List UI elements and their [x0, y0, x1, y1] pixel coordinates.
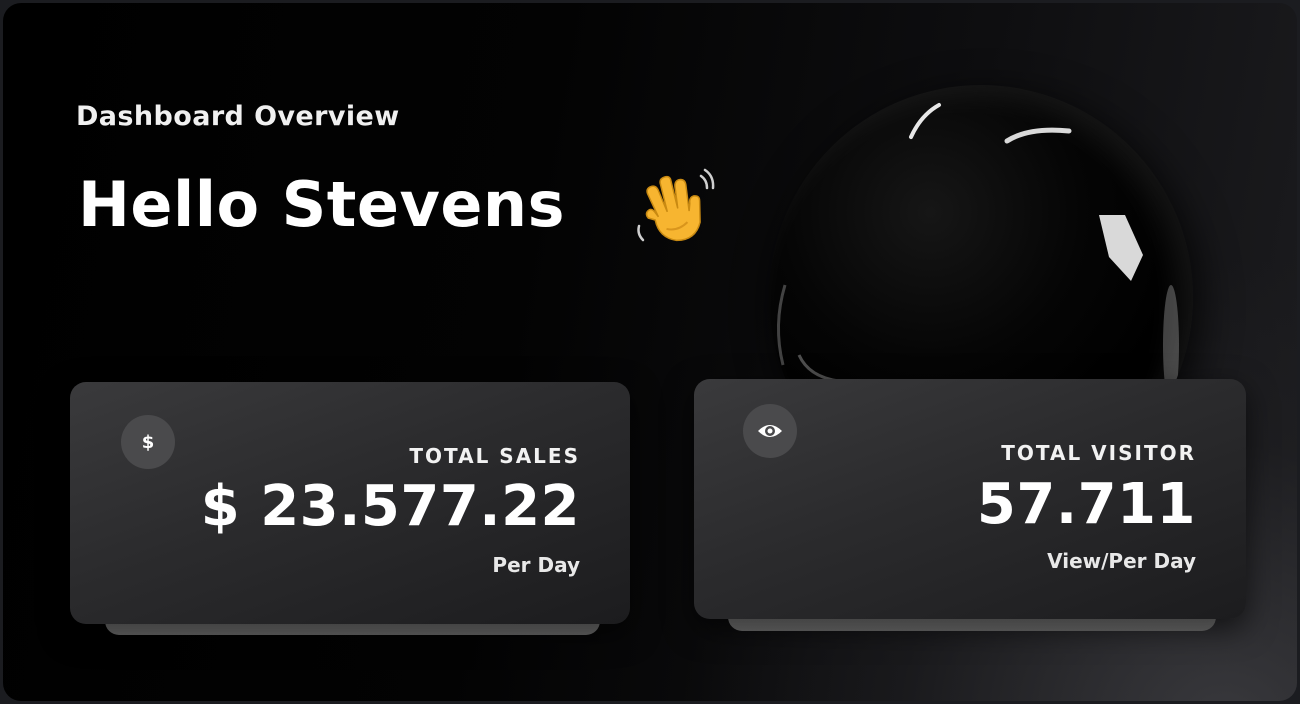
total-sales-value: $ 23.577.22 [200, 474, 580, 539]
page-subtitle: Dashboard Overview [76, 101, 400, 132]
total-sales-unit: Per Day [492, 553, 580, 577]
total-visitor-card: TOTAL VISITOR 57.711 View/Per Day [694, 379, 1246, 619]
total-visitor-value: 57.711 [976, 472, 1196, 537]
dashboard-hero-panel: Dashboard Overview Hello Stevens $ TOTAL… [3, 3, 1297, 701]
greeting-title: Hello Stevens [78, 168, 565, 241]
total-visitor-unit: View/Per Day [1047, 549, 1196, 573]
total-visitor-label: TOTAL VISITOR [1001, 441, 1196, 465]
total-sales-label: TOTAL SALES [409, 444, 580, 468]
waving-hand-icon [637, 168, 715, 242]
total-sales-card: $ TOTAL SALES $ 23.577.22 Per Day [70, 382, 630, 624]
eye-icon [743, 404, 797, 458]
dollar-icon: $ [121, 415, 175, 469]
